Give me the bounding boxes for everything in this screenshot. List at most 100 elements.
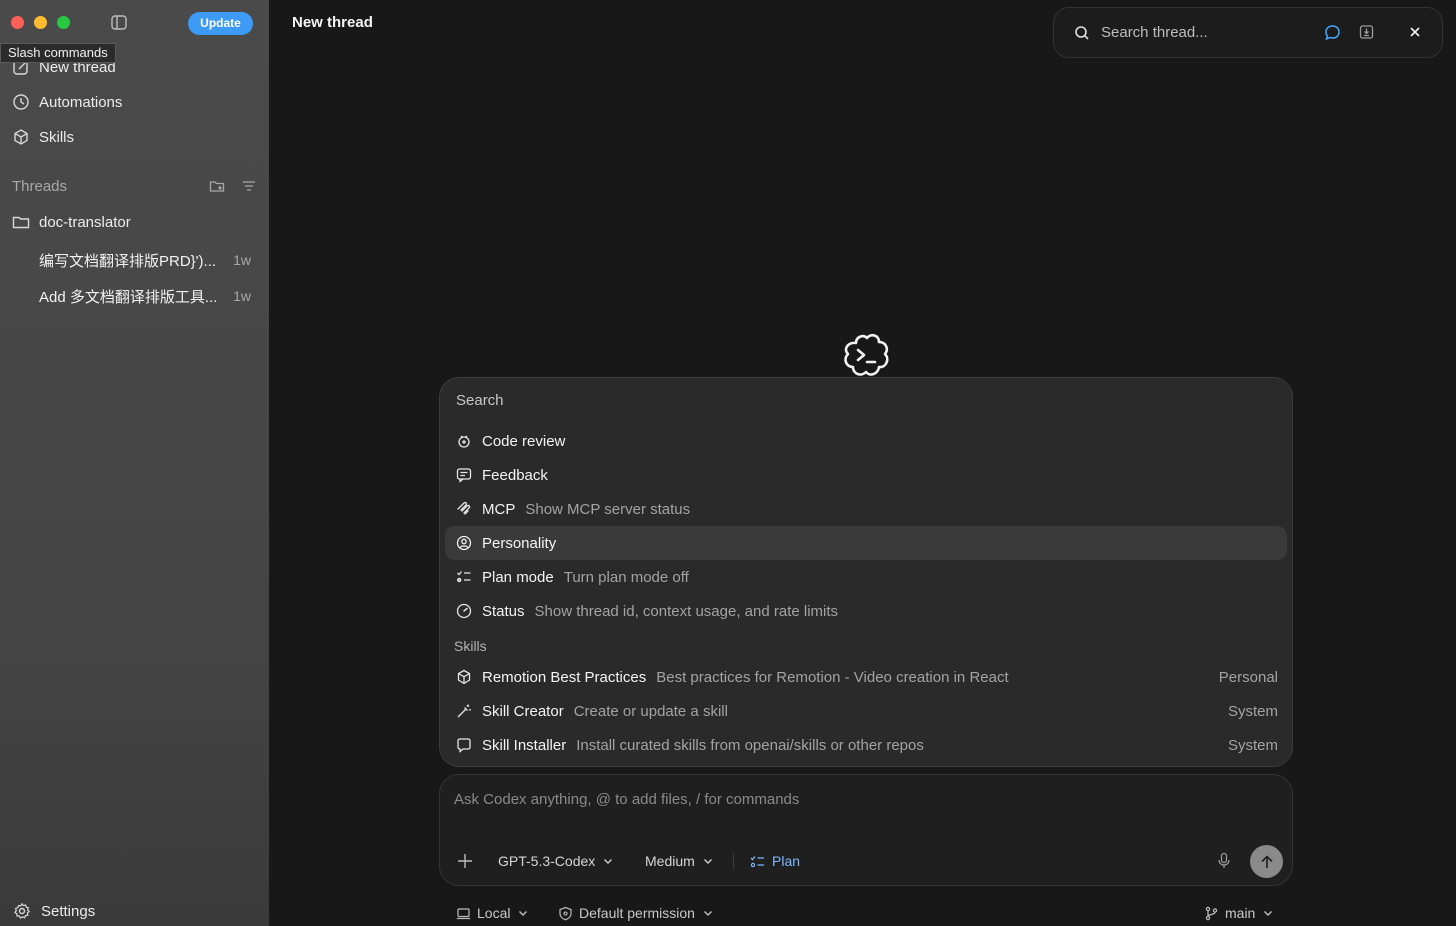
checklist-icon (750, 855, 765, 868)
laptop-icon (456, 906, 471, 921)
environment-select[interactable]: Local (456, 902, 528, 924)
sidebar-toggle-icon[interactable] (111, 15, 127, 30)
thread-search-bar (1053, 7, 1443, 58)
plan-label: Plan (772, 853, 801, 869)
command-status[interactable]: Status Show thread id, context usage, an… (445, 594, 1287, 628)
branch-select[interactable]: main (1204, 902, 1273, 924)
tooltip: Slash commands (0, 43, 116, 63)
model-select[interactable]: GPT-5.3-Codex (498, 850, 613, 872)
chevron-down-icon (703, 908, 713, 918)
gear-icon (13, 902, 31, 920)
sidebar-item-skills[interactable]: Skills (12, 125, 74, 149)
model-label: GPT-5.3-Codex (498, 853, 596, 869)
sidebar-item-label: Skills (39, 128, 75, 146)
settings-label: Settings (41, 902, 96, 920)
sidebar-item-automations[interactable]: Automations (12, 90, 122, 114)
close-icon[interactable] (1408, 25, 1422, 39)
window-minimize-button[interactable] (34, 16, 47, 29)
skill-skill-creator[interactable]: Skill Creator Create or update a skill S… (445, 694, 1287, 728)
permission-label: Default permission (579, 905, 695, 921)
thread-item[interactable]: 编写文档翻译排版PRD}')... 1w (39, 249, 251, 271)
command-name: MCP (482, 500, 516, 518)
plan-mode-toggle[interactable]: Plan (750, 850, 800, 872)
sidebar: Update Slash commands New thread Automat… (0, 0, 269, 926)
skill-desc: Install curated skills from openai/skill… (576, 736, 924, 754)
mcp-icon (456, 501, 472, 517)
skill-desc: Create or update a skill (573, 702, 728, 720)
update-button[interactable]: Update (188, 12, 253, 35)
palette-search-input[interactable] (456, 392, 856, 409)
sidebar-item-label: Automations (39, 93, 123, 111)
command-desc: Show MCP server status (525, 500, 691, 518)
clock-icon (12, 93, 30, 111)
chevron-down-icon (703, 856, 713, 866)
chevron-down-icon (603, 856, 613, 866)
cube-icon (12, 128, 30, 146)
effort-label: Medium (645, 853, 695, 869)
thread-item[interactable]: Add 多文档翻译排版工具... 1w (39, 285, 251, 307)
reasoning-effort-select[interactable]: Medium (645, 850, 713, 872)
thread-time: 1w (233, 252, 251, 268)
search-input[interactable] (1101, 24, 1311, 41)
wand-icon (456, 703, 472, 719)
window-maximize-button[interactable] (57, 16, 70, 29)
skill-name: Skill Creator (482, 702, 564, 720)
gauge-icon (456, 603, 472, 619)
skill-skill-installer[interactable]: Skill Installer Install curated skills f… (445, 728, 1287, 762)
thread-time: 1w (233, 288, 251, 304)
send-button[interactable] (1250, 845, 1283, 878)
command-palette: Code review Feedback MCP Show MCP server… (439, 377, 1293, 767)
settings-button[interactable]: Settings (13, 902, 95, 920)
filter-icon[interactable] (241, 178, 257, 194)
branch-label: main (1225, 905, 1256, 921)
skill-remotion-best-practices[interactable]: Remotion Best Practices Best practices f… (445, 660, 1287, 694)
checklist-icon (456, 569, 472, 585)
git-branch-icon (1204, 906, 1219, 921)
thread-title: 编写文档翻译排版PRD}')... (39, 252, 217, 270)
skills-section-label: Skills (454, 638, 487, 654)
project-doc-translator[interactable]: doc-translator (12, 210, 131, 234)
command-name: Code review (482, 432, 566, 450)
threads-header: Threads (12, 176, 257, 196)
skill-scope: System (1227, 736, 1278, 754)
command-personality[interactable]: Personality (445, 526, 1287, 560)
chevron-down-icon (518, 908, 528, 918)
skill-scope: System (1227, 702, 1278, 720)
chat-bubble-icon[interactable] (1324, 24, 1341, 41)
permission-select[interactable]: Default permission (558, 902, 713, 924)
skill-name: Remotion Best Practices (482, 668, 647, 686)
skill-desc: Best practices for Remotion - Video crea… (656, 668, 1009, 686)
command-plan-mode[interactable]: Plan mode Turn plan mode off (445, 560, 1287, 594)
composer: GPT-5.3-Codex Medium Plan (439, 774, 1293, 886)
command-desc: Turn plan mode off (563, 568, 689, 586)
bug-icon (456, 433, 472, 449)
environment-label: Local (477, 905, 511, 921)
command-name: Plan mode (482, 568, 554, 586)
composer-input[interactable] (454, 791, 1254, 808)
install-icon (456, 737, 472, 753)
project-label: doc-translator (39, 213, 131, 231)
skill-scope: Personal (1218, 668, 1278, 686)
command-name: Personality (482, 534, 557, 552)
export-icon[interactable] (1359, 24, 1374, 40)
command-feedback[interactable]: Feedback (445, 458, 1287, 492)
arrow-up-icon (1259, 854, 1275, 870)
folder-icon (12, 213, 30, 231)
add-attachment-button[interactable] (457, 850, 473, 872)
command-code-review[interactable]: Code review (445, 424, 1287, 458)
message-square-icon (456, 467, 472, 483)
window-close-button[interactable] (11, 16, 24, 29)
thread-title: Add 多文档翻译排版工具... (39, 288, 218, 306)
user-circle-icon (456, 535, 472, 551)
cube-icon (456, 669, 472, 685)
shield-icon (558, 906, 573, 921)
command-desc: Show thread id, context usage, and rate … (534, 602, 839, 620)
command-mcp[interactable]: MCP Show MCP server status (445, 492, 1287, 526)
command-name: Status (482, 602, 525, 620)
divider (733, 853, 734, 869)
new-folder-icon[interactable] (209, 178, 225, 194)
chevron-down-icon (1263, 908, 1273, 918)
command-name: Feedback (482, 466, 548, 484)
microphone-icon[interactable] (1217, 852, 1231, 870)
plus-icon (457, 853, 473, 869)
